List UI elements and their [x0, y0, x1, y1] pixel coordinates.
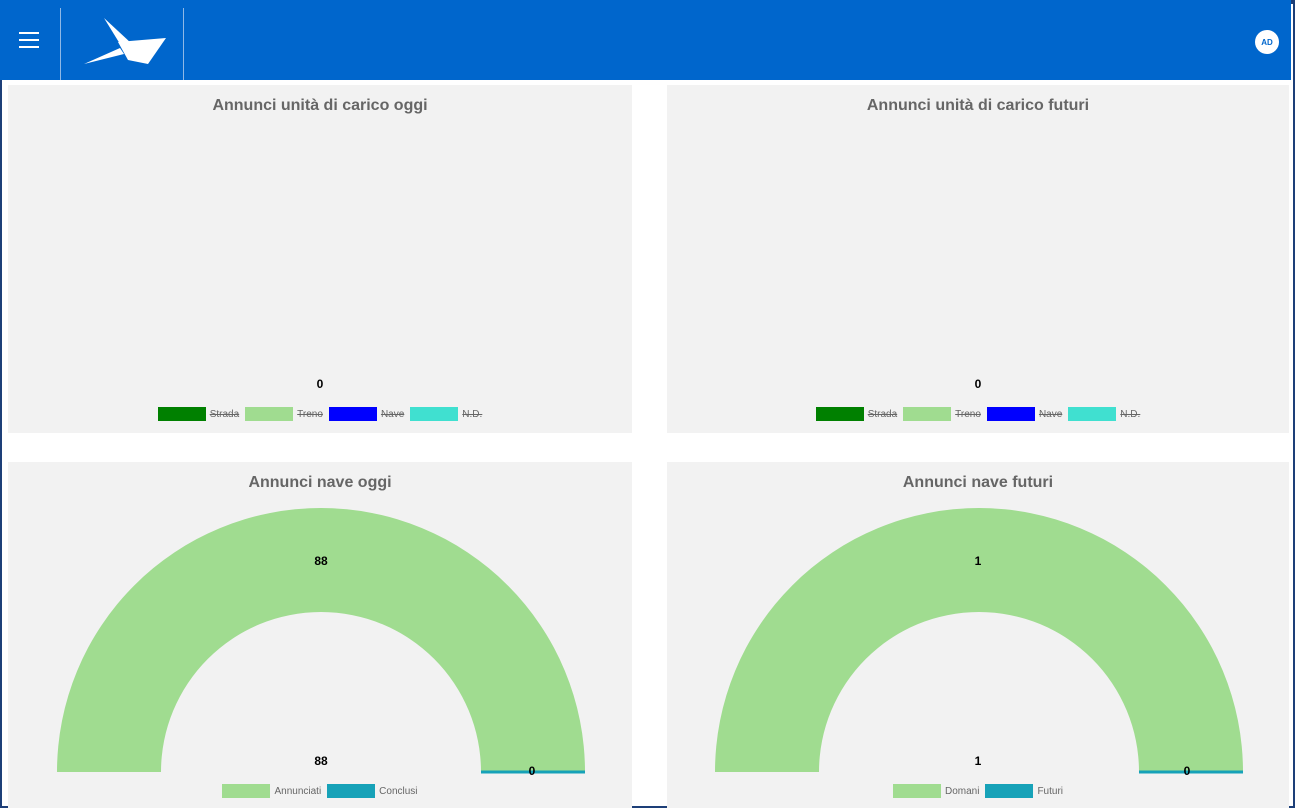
legend-label: Treno	[955, 408, 981, 420]
legend-label: Domani	[944, 785, 980, 797]
gauge-top-value: 88	[314, 554, 328, 568]
panel-uc-future: Annunci unità di carico futuri 0 Strada …	[667, 85, 1289, 433]
legend-item-nave[interactable]: Nave	[986, 407, 1063, 421]
header-divider	[60, 8, 61, 80]
legend-item-strada[interactable]: Strada	[815, 407, 898, 421]
panel-ship-today: Annunci nave oggi 88 88 0 Annunciati Con…	[8, 462, 632, 808]
legend-item-nd[interactable]: N.D.	[410, 407, 482, 421]
top-navigation-bar: AD	[0, 0, 1291, 80]
menu-line	[19, 32, 39, 34]
legend-item-strada[interactable]: Strada	[157, 407, 240, 421]
hamburger-menu-icon[interactable]	[0, 0, 58, 80]
legend-item-annunciati[interactable]: Annunciati	[222, 784, 321, 798]
menu-line	[19, 39, 39, 41]
legend-swatch	[986, 407, 1035, 421]
panel-ship-future: Annunci nave futuri 1 1 0 Domani Futuri	[667, 462, 1289, 808]
legend-item-treno[interactable]: Treno	[245, 407, 323, 421]
legend-swatch	[985, 784, 1034, 798]
legend-swatch	[410, 407, 459, 421]
legend-label: Annunciati	[274, 785, 322, 797]
legend-label: Nave	[1038, 408, 1063, 420]
gauge-slice-domani[interactable]	[715, 508, 1243, 772]
legend-label: Strada	[867, 408, 898, 420]
panel-title: Annunci unità di carico oggi	[212, 97, 428, 114]
legend-swatch	[328, 407, 377, 421]
panel-title: Annunci unità di carico futuri	[866, 97, 1090, 114]
user-avatar[interactable]: AD	[1255, 30, 1279, 54]
legend-swatch	[903, 407, 952, 421]
gauge-right-value: 0	[528, 764, 536, 778]
legend-item-treno[interactable]: Treno	[903, 407, 981, 421]
gauge-bottom-value: 88	[314, 754, 328, 768]
legend-swatch	[245, 407, 294, 421]
chart-legend: Annunciati Conclusi	[8, 784, 632, 798]
header-divider	[183, 8, 184, 80]
legend-label: Nave	[380, 408, 405, 420]
legend-swatch	[815, 407, 864, 421]
legend-item-nd[interactable]: N.D.	[1068, 407, 1140, 421]
panel-uc-today: Annunci unità di carico oggi 0 Strada Tr…	[8, 85, 632, 433]
legend-swatch	[1068, 407, 1117, 421]
menu-line	[19, 46, 39, 48]
app-logo-icon[interactable]	[74, 14, 170, 70]
legend-label: Strada	[209, 408, 240, 420]
legend-label: N.D.	[462, 408, 483, 420]
chart-legend: Strada Treno Nave N.D.	[667, 407, 1289, 421]
total-value: 0	[316, 377, 324, 391]
legend-label: Treno	[297, 408, 323, 420]
legend-item-nave[interactable]: Nave	[328, 407, 405, 421]
legend-item-domani[interactable]: Domani	[892, 784, 980, 798]
total-value: 0	[974, 377, 982, 391]
legend-swatch	[327, 784, 376, 798]
gauge-right-value: 0	[1183, 764, 1191, 778]
legend-item-conclusi[interactable]: Conclusi	[327, 784, 418, 798]
legend-item-futuri[interactable]: Futuri	[985, 784, 1063, 798]
chart-legend: Strada Treno Nave N.D.	[8, 407, 632, 421]
legend-label: Conclusi	[379, 785, 418, 797]
legend-label: Futuri	[1037, 785, 1064, 797]
chart-legend: Domani Futuri	[667, 784, 1289, 798]
gauge-bottom-value: 1	[974, 754, 982, 768]
legend-swatch	[157, 407, 206, 421]
legend-swatch	[892, 784, 941, 798]
gauge-top-value: 1	[974, 554, 982, 568]
legend-label: N.D.	[1120, 408, 1141, 420]
gauge-slice-annunciati[interactable]	[57, 508, 585, 772]
legend-swatch	[222, 784, 271, 798]
